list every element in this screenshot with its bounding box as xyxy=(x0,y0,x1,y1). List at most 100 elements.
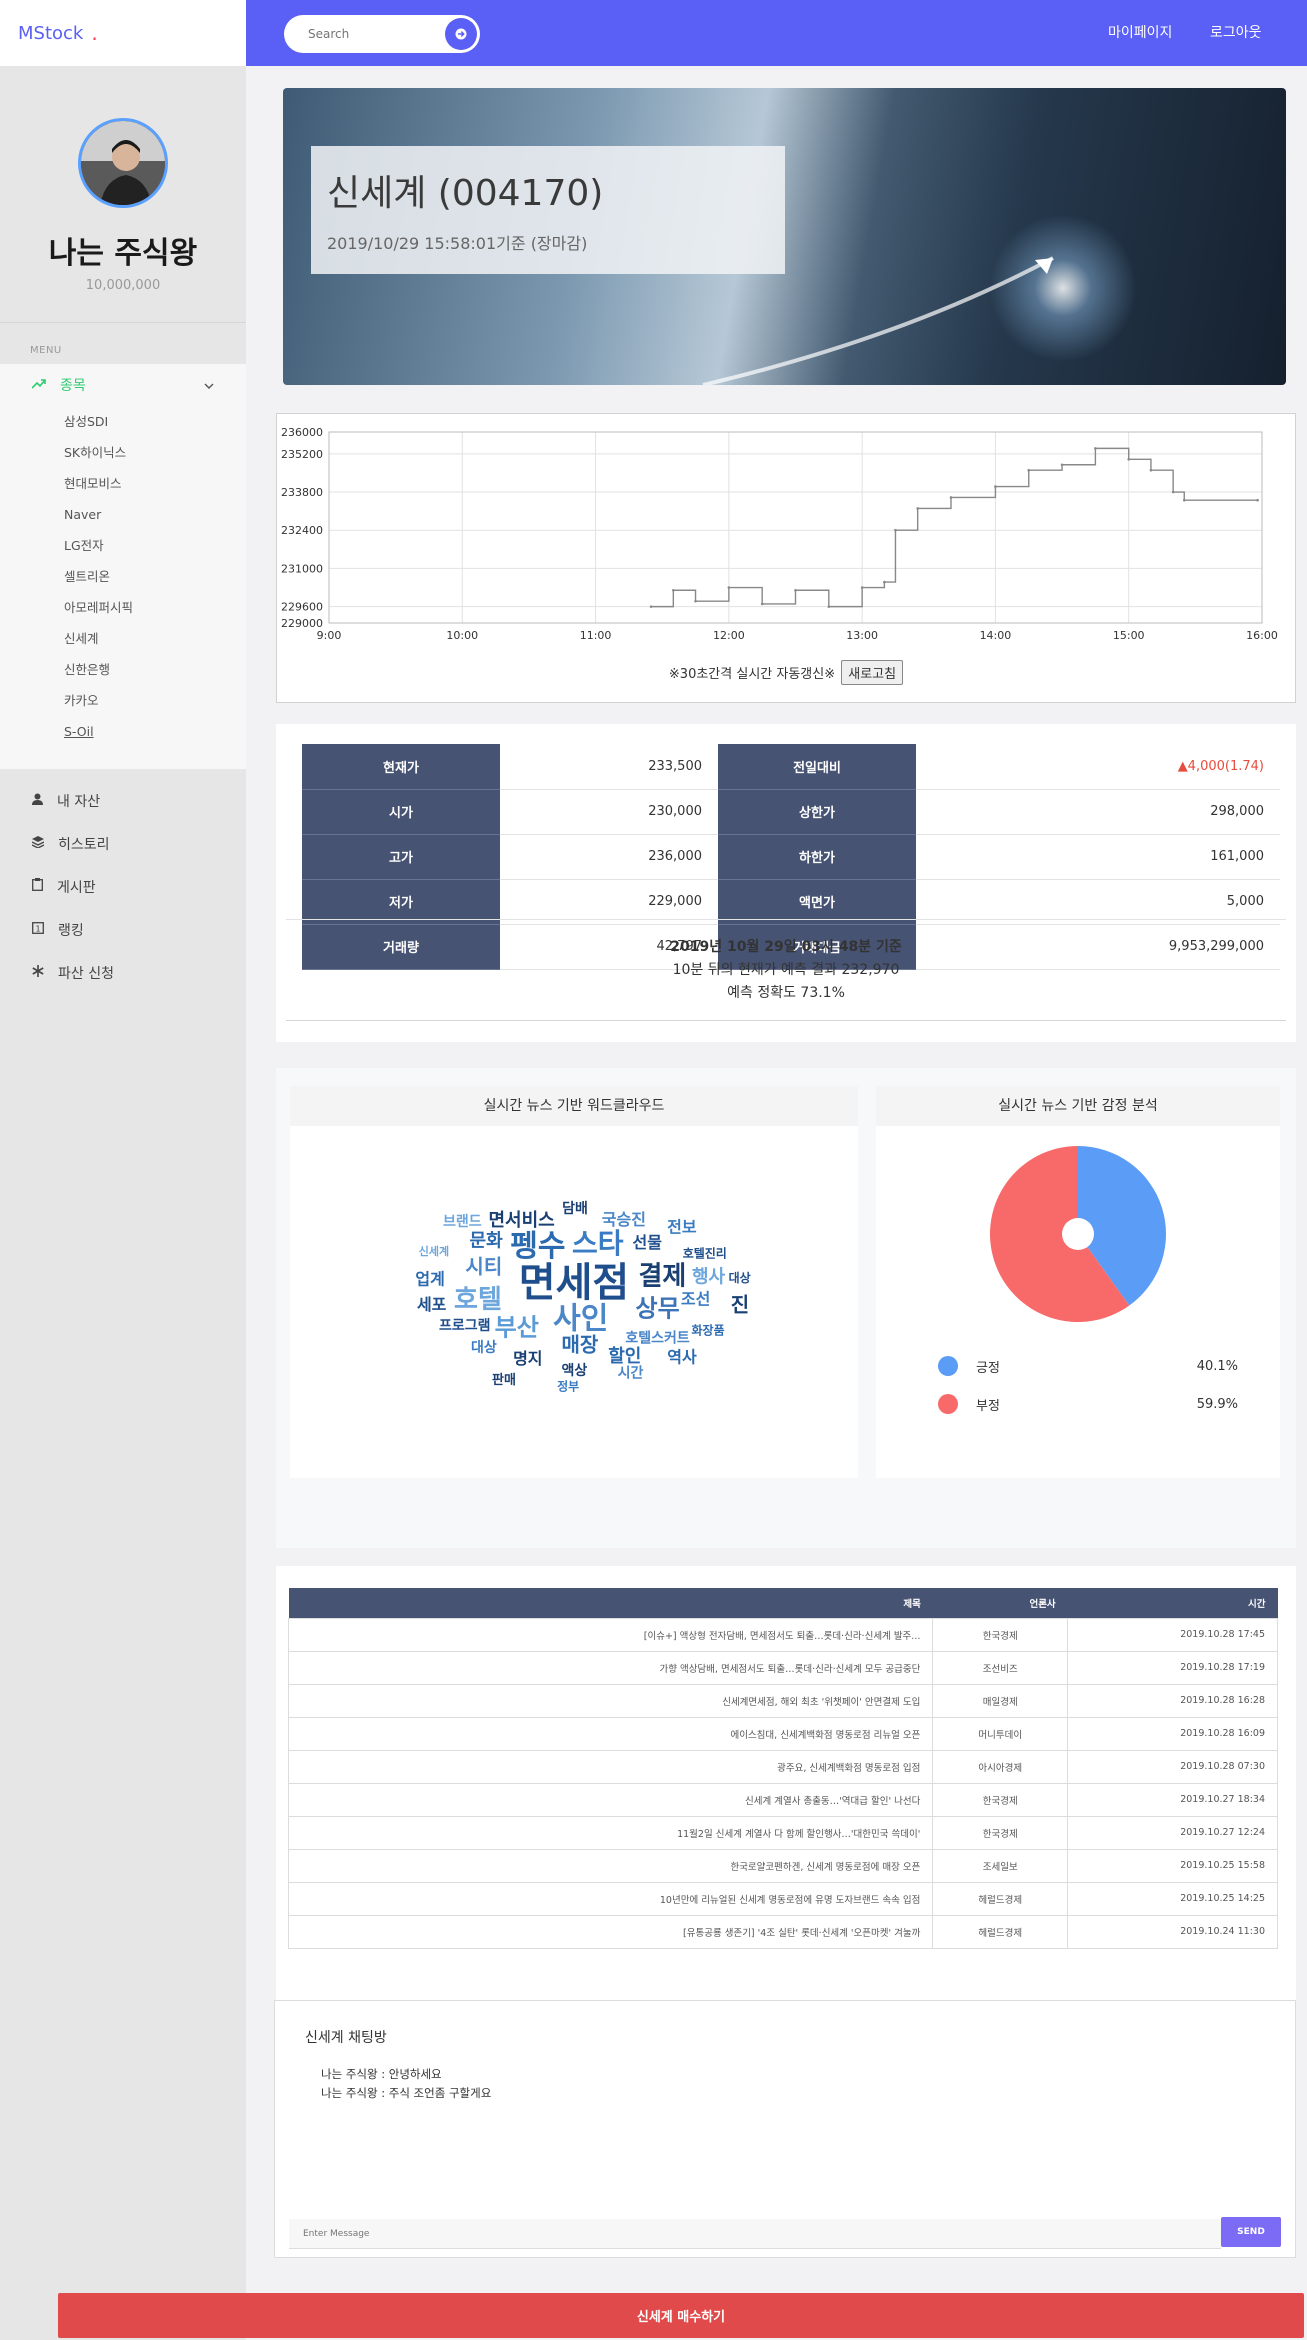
sidebar-item-assets[interactable]: 내 자산 xyxy=(0,779,246,822)
price-chart-panel: 9:00 10:00 11:00 12:00 13:00 14:00 15:00 16:00 2… xyxy=(276,413,1296,703)
avatar[interactable] xyxy=(78,118,168,208)
news-title[interactable]: 광주요, 신세계백화점 명동로점 입점 xyxy=(287,1749,934,1784)
quote-row: 고가 236,000 하한가 161,000 xyxy=(302,834,1280,880)
chat-message-input[interactable] xyxy=(289,2219,1221,2249)
stock-hero-banner: 신세계 (004170) 2019/10/29 15:58:01기준 (장마감) xyxy=(283,88,1286,385)
wordcloud-word: 판매 xyxy=(492,1372,516,1388)
menu-title: MENU xyxy=(30,345,62,356)
brand-logo[interactable]: MStock xyxy=(18,23,83,44)
chat-title: 신세계 채팅방 xyxy=(305,2030,387,2046)
mypage-link[interactable]: 마이페이지 xyxy=(1108,22,1172,42)
news-row[interactable]: 가향 액상담배, 면세점서도 퇴출…롯데·신라·신세계 모두 공급중단 조선비즈 2… xyxy=(287,1650,1278,1685)
news-title[interactable]: 가향 액상담배, 면세점서도 퇴출…롯데·신라·신세계 모두 공급중단 xyxy=(287,1650,934,1685)
trending-up-icon xyxy=(31,377,46,393)
news-title[interactable]: 한국로얄코펜하겐, 신세계 명동로점에 매장 오픈 xyxy=(287,1848,934,1883)
sidebar-item-board[interactable]: 게시판 xyxy=(0,865,246,908)
news-title[interactable]: 10년만에 리뉴얼된 신세계 명동로점에 유명 도자브랜드 속속 입점 xyxy=(287,1881,934,1916)
stock-link-hyundai-mobis[interactable]: 현대모비스 xyxy=(0,468,246,499)
price-point xyxy=(994,485,997,488)
news-row[interactable]: 한국로얄코펜하겐, 신세계 명동로점에 매장 오픈 조세일보 2019.10.25 … xyxy=(287,1848,1278,1883)
refresh-button[interactable]: 새로고침 xyxy=(841,660,904,685)
wordcloud-word: 정부 xyxy=(557,1378,579,1393)
price-series-line xyxy=(651,447,1258,608)
arrow-right-icon xyxy=(455,25,467,44)
search-button[interactable] xyxy=(445,18,477,50)
sentiment-pie-chart xyxy=(990,1146,1166,1322)
news-title[interactable]: 신세계 계열사 총출동…'역대급 할인' 나선다 xyxy=(287,1782,934,1817)
x-tick-label: 10:00 xyxy=(446,629,478,642)
news-press: 조세일보 xyxy=(932,1848,1069,1883)
news-title[interactable]: 11월2일 신세계 계열사 다 함께 할인행사…'대한민국 쓱데이' xyxy=(287,1815,934,1850)
news-header-time: 시간 xyxy=(1067,1588,1278,1618)
search-input[interactable] xyxy=(308,27,438,41)
chat-message: 나는 주식왕 : 안녕하세요 xyxy=(321,2067,442,2081)
news-title[interactable]: 신세계면세점, 해외 최초 '위챗페이' 안면결제 도입 xyxy=(287,1683,934,1718)
news-title[interactable]: [유통공룡 생존기] '4조 실탄' 롯데·신세계 '오픈마켓' 겨눌까 xyxy=(287,1914,934,1949)
legend-positive: 긍정 40.1% xyxy=(938,1354,1238,1378)
news-header-press: 언론사 xyxy=(932,1588,1068,1618)
news-title[interactable]: 에이스침대, 신세계백화점 명동로점 리뉴얼 오픈 xyxy=(287,1716,934,1751)
buy-button[interactable]: 신세계 매수하기 xyxy=(58,2293,1304,2338)
stock-link-kakao[interactable]: 카카오 xyxy=(0,685,246,716)
legend-negative-value: 59.9% xyxy=(1196,1396,1238,1412)
wordcloud-word: 전보 xyxy=(667,1217,697,1236)
stock-link-s-oil[interactable]: S-Oil xyxy=(0,716,246,747)
news-row[interactable]: 광주요, 신세계백화점 명동로점 입점 아시아경제 2019.10.28 07:30 xyxy=(287,1749,1278,1784)
quote-value: 236,000 xyxy=(500,834,718,880)
chat-messages: 나는 주식왕 : 안녕하세요 나는 주식왕 : 주식 조언좀 구할게요 xyxy=(321,2065,491,2103)
stock-link-lg-electronics[interactable]: LG전자 xyxy=(0,530,246,561)
wordcloud-word: 역사 xyxy=(667,1347,697,1366)
stock-link-shinsegae[interactable]: 신세계 xyxy=(0,623,246,654)
stock-link-naver[interactable]: Naver xyxy=(0,499,246,530)
price-point xyxy=(1094,447,1097,450)
sidebar-item-label: 종목 xyxy=(60,378,86,394)
quote-value: 233,500 xyxy=(500,744,718,790)
news-row[interactable]: 신세계면세점, 해외 최초 '위챗페이' 안면결제 도입 매일경제 2019.10.… xyxy=(287,1683,1278,1718)
sidebar-item-stocks[interactable]: 종목 xyxy=(0,364,246,406)
news-row[interactable]: 11월2일 신세계 계열사 다 함께 할인행사…'대한민국 쓱데이' 한국경제 20… xyxy=(287,1815,1278,1850)
logout-link[interactable]: 로그아웃 xyxy=(1210,22,1262,42)
wordcloud-word: 명지 xyxy=(513,1349,542,1368)
sidebar-item-ranking[interactable]: 1 랭킹 xyxy=(0,908,246,951)
stock-link-samsung-sdi[interactable]: 삼성SDI xyxy=(0,406,246,437)
price-point xyxy=(1149,468,1153,472)
quote-value: 229,000 xyxy=(500,879,718,925)
x-tick-label: 12:00 xyxy=(713,629,745,642)
news-press: 헤럴드경제 xyxy=(932,1881,1069,1916)
chevron-down-icon[interactable] xyxy=(204,377,214,393)
menu-block: MENU 종목 삼성SDI SK하이닉스 현대모비스 Naver LG전자 셀트… xyxy=(0,322,246,994)
stock-link-shinhan-bank[interactable]: 신한은행 xyxy=(0,654,246,685)
quote-label: 액면가 xyxy=(718,879,916,925)
news-row[interactable]: [유통공룡 생존기] '4조 실탄' 롯데·신세계 '오픈마켓' 겨눌까 헤럴드경… xyxy=(287,1914,1278,1949)
user-name: 나는 주식왕 xyxy=(48,236,198,271)
person-icon xyxy=(32,793,43,809)
news-row[interactable]: 10년만에 리뉴얼된 신세계 명동로점에 유명 도자브랜드 속속 입점 헤럴드경제… xyxy=(287,1881,1278,1916)
rank-icon: 1 xyxy=(32,921,44,938)
price-point xyxy=(794,588,797,592)
news-header-row: 제목 언론사 시간 xyxy=(288,1588,1278,1618)
stock-link-celltrion[interactable]: 셀트리온 xyxy=(0,561,246,592)
sidebar-item-bankruptcy[interactable]: 파산 신청 xyxy=(0,951,246,994)
stock-link-sk-hynix[interactable]: SK하이닉스 xyxy=(0,437,246,468)
stock-link-amorepacific[interactable]: 아모레퍼시픽 xyxy=(0,592,246,623)
news-press: 아시아경제 xyxy=(932,1749,1069,1784)
price-point xyxy=(727,586,731,589)
y-tick-label: 233800 xyxy=(281,486,323,499)
wordcloud-word: 화장품 xyxy=(691,1322,724,1337)
send-button[interactable]: SEND xyxy=(1221,2217,1281,2247)
price-point xyxy=(1256,498,1259,502)
news-title[interactable]: [이슈+] 액상형 전자담배, 면세점서도 퇴출…롯데·신라·신세계 발주... xyxy=(287,1617,934,1652)
sidebar-item-history[interactable]: 히스토리 xyxy=(0,822,246,865)
brand-dot: . xyxy=(91,21,98,45)
quote-label: 시가 xyxy=(302,789,500,835)
news-time: 2019.10.28 16:28 xyxy=(1067,1683,1278,1718)
wordcloud-word: 펭수 xyxy=(510,1229,565,1264)
wordcloud: 면세점사인 펭수 스타결제상무부산호텔 시티매장 선물조선호텔스커트 프로그램 문화행사할인… xyxy=(415,1200,750,1393)
news-row[interactable]: 에이스침대, 신세계백화점 명동로점 리뉴얼 오픈 머니투데이 2019.10.28… xyxy=(287,1716,1278,1751)
news-row[interactable]: [이슈+] 액상형 전자담배, 면세점서도 퇴출…롯데·신라·신세계 발주...… xyxy=(287,1617,1278,1652)
news-press: 헤럴드경제 xyxy=(932,1914,1069,1949)
news-row[interactable]: 신세계 계열사 총출동…'역대급 할인' 나선다 한국경제 2019.10.27 1… xyxy=(287,1782,1278,1817)
sentiment-title: 실시간 뉴스 기반 감정 분석 xyxy=(876,1086,1280,1126)
wordcloud-word: 국승진 xyxy=(602,1210,646,1229)
chat-panel: 신세계 채팅방 나는 주식왕 : 안녕하세요 나는 주식왕 : 주식 조언좀 구… xyxy=(274,2000,1296,2258)
